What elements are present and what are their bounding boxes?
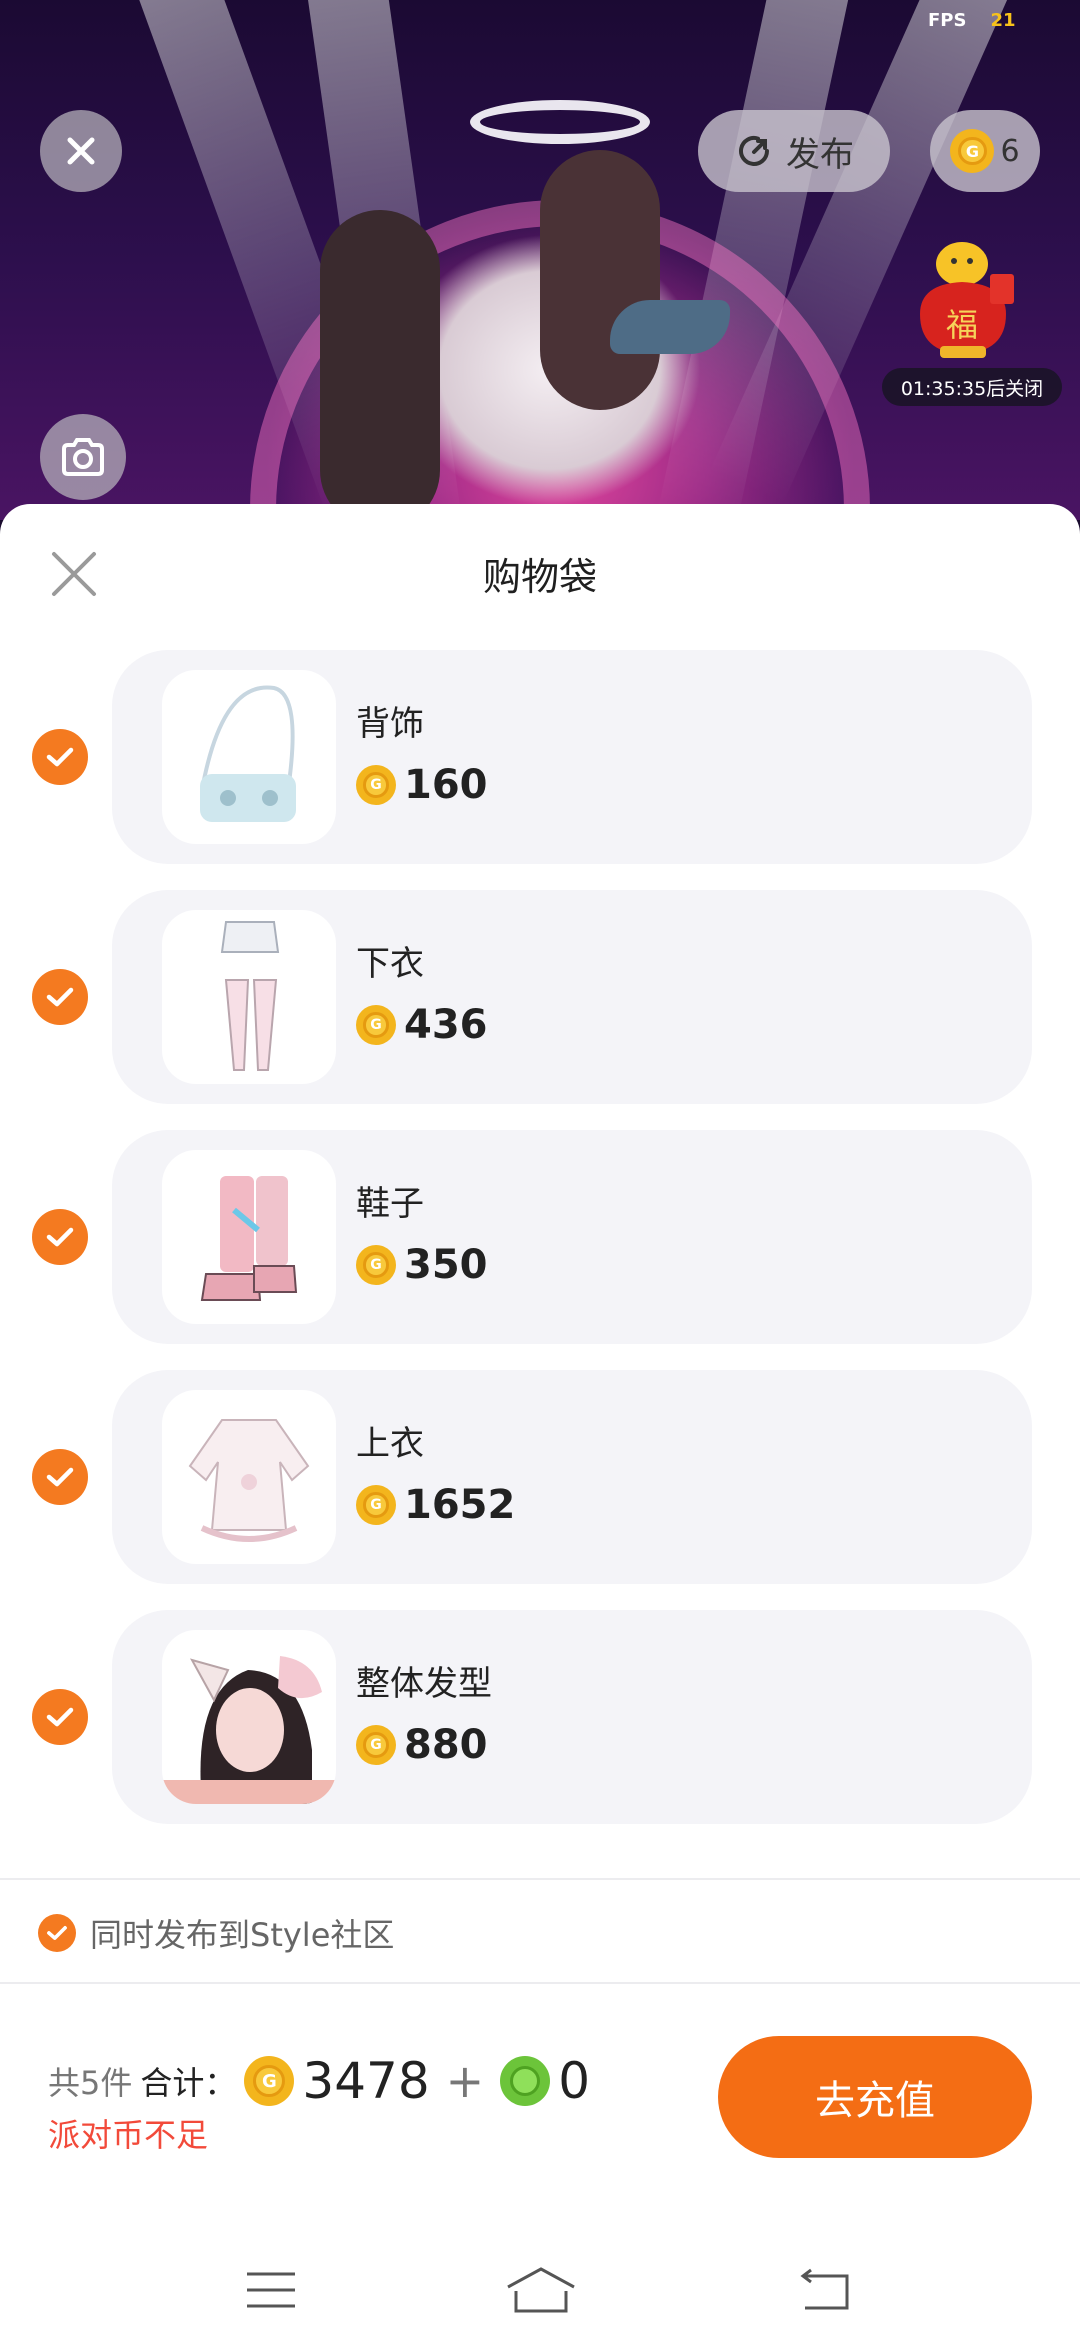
lucky-bag-char: 福: [946, 306, 979, 344]
item-count: 共5件: [48, 2064, 133, 2102]
publish-to-community-option[interactable]: 同时发布到Style社区: [38, 1910, 394, 1956]
fps-label: FPS: [928, 10, 967, 31]
publish-button[interactable]: 发布: [698, 110, 890, 192]
fps-value: 21: [990, 10, 1016, 31]
list-item[interactable]: 下衣 G 436: [0, 890, 1080, 1104]
back-button[interactable]: [790, 2260, 860, 2320]
item-checkbox[interactable]: [32, 1449, 88, 1505]
gold-coin-icon: G: [356, 1245, 396, 1285]
item-card[interactable]: 背饰 G 160: [112, 650, 1032, 864]
list-item[interactable]: 上衣 G 1652: [0, 1370, 1080, 1584]
item-price: G 160: [356, 762, 488, 808]
item-thumbnail: [162, 1630, 336, 1804]
sheet-title: 购物袋: [482, 555, 597, 599]
item-name: 鞋子: [356, 1184, 424, 1224]
recharge-button[interactable]: 去充值: [718, 2036, 1032, 2158]
item-checkbox[interactable]: [32, 1209, 88, 1265]
lucky-bag-event[interactable]: 福: [910, 234, 1020, 364]
order-summary: 共5件 合计： G 3478 + 0: [48, 2052, 590, 2110]
camera-icon: [62, 438, 104, 476]
avatar-shark-accessory: [610, 300, 730, 354]
item-card[interactable]: 上衣 G 1652: [112, 1370, 1032, 1584]
publish-refresh-icon: [739, 136, 769, 166]
gold-coin-icon: G: [356, 1485, 396, 1525]
shoes-image: [200, 1176, 298, 1301]
hairstyle-image: [162, 1656, 336, 1804]
item-name: 上衣: [356, 1424, 424, 1464]
coin-balance-value: 6: [1000, 133, 1020, 169]
back-accessory-image: [200, 685, 296, 822]
menu-icon: [247, 2272, 295, 2308]
check-icon: [47, 1926, 67, 1940]
shopping-bag-sheet: 购物袋 背饰 G 160 下衣 G 436 鞋子 G 350 上衣 G 1652…: [0, 504, 1080, 2340]
item-price-value: 1652: [404, 1482, 516, 1528]
check-icon: [46, 747, 74, 767]
list-item[interactable]: 背饰 G 160: [0, 650, 1080, 864]
list-item[interactable]: 整体发型 G 880: [0, 1610, 1080, 1824]
item-name: 整体发型: [356, 1664, 492, 1704]
item-checkbox[interactable]: [32, 729, 88, 785]
gcoin-total: 0: [558, 2052, 590, 2110]
home-button[interactable]: [506, 2260, 576, 2320]
item-card[interactable]: 整体发型 G 880: [112, 1610, 1032, 1824]
close-icon: [67, 137, 95, 165]
avatar-halo: [470, 100, 650, 144]
item-name: 背饰: [356, 704, 424, 744]
item-checkbox[interactable]: [32, 1689, 88, 1745]
publish-to-community-label: 同时发布到Style社区: [90, 1916, 395, 1954]
gold-coin-icon: G: [244, 2056, 295, 2106]
publish-to-community-checkbox[interactable]: [38, 1914, 76, 1952]
menu-button[interactable]: [236, 2260, 306, 2320]
item-price-value: 160: [404, 762, 488, 808]
camera-button[interactable]: [40, 414, 126, 500]
coin-balance[interactable]: G 6: [930, 110, 1040, 192]
total-label: 合计：: [140, 2064, 237, 2102]
insufficient-coins-warning: 派对币不足: [48, 2116, 209, 2154]
check-icon: [46, 1467, 74, 1487]
check-icon: [46, 1227, 74, 1247]
game-scene: FPS 21 发布 G 6 福 01:35:35后关闭: [0, 0, 1080, 520]
item-price-value: 350: [404, 1242, 488, 1288]
item-price: G 880: [356, 1722, 488, 1768]
item-name: 下衣: [356, 944, 424, 984]
item-price-value: 436: [404, 1002, 488, 1048]
avatar-hair-left: [320, 210, 440, 520]
gold-coin-icon: G: [356, 1005, 396, 1045]
item-price: G 350: [356, 1242, 488, 1288]
top-garment-image: [188, 1419, 310, 1542]
gold-coin-icon: G: [950, 129, 995, 173]
item-thumbnail: [162, 1390, 336, 1564]
fps-counter: FPS 21: [928, 10, 1016, 31]
check-icon: [46, 1707, 74, 1727]
bottoms-image: [220, 921, 280, 1071]
plus-sign: +: [445, 2054, 485, 2108]
item-price-value: 880: [404, 1722, 488, 1768]
divider: [0, 1982, 1080, 1984]
gold-coin-icon: G: [356, 765, 396, 805]
close-scene-button[interactable]: [40, 110, 122, 192]
green-coin-icon: [500, 2056, 551, 2106]
item-price: G 1652: [356, 1482, 515, 1528]
item-checkbox[interactable]: [32, 969, 88, 1025]
item-thumbnail: [162, 910, 336, 1084]
back-icon: [800, 2268, 849, 2310]
item-card[interactable]: 下衣 G 436: [112, 890, 1032, 1104]
item-thumbnail: [162, 1150, 336, 1324]
home-icon: [507, 2267, 575, 2313]
item-price: G 436: [356, 1002, 488, 1048]
check-icon: [46, 987, 74, 1007]
system-nav-bar: [0, 2240, 1080, 2340]
list-item[interactable]: 鞋子 G 350: [0, 1130, 1080, 1344]
event-timer: 01:35:35后关闭: [882, 368, 1062, 406]
avatar-hair-right: [540, 150, 660, 410]
publish-label: 发布: [786, 134, 854, 175]
item-card[interactable]: 鞋子 G 350: [112, 1130, 1032, 1344]
coin-total: 3478: [302, 2052, 430, 2110]
item-thumbnail: [162, 670, 336, 844]
gold-coin-icon: G: [356, 1725, 396, 1765]
divider: [0, 1878, 1080, 1880]
